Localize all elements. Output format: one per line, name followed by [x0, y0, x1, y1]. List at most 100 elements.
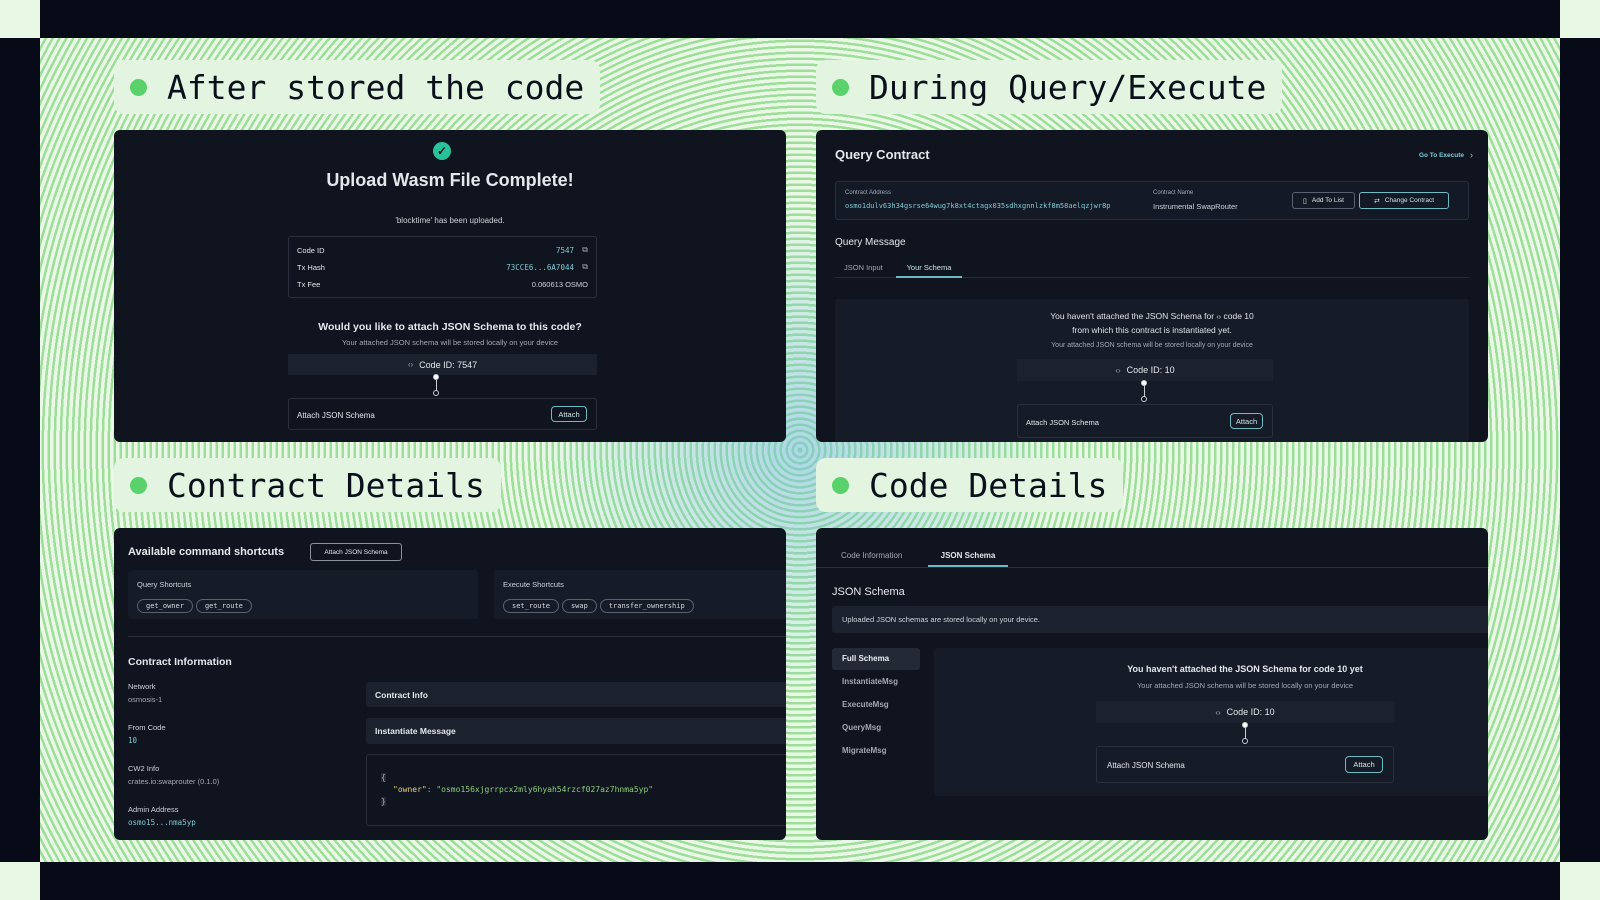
code-brackets-icon: ‹›	[1115, 365, 1121, 375]
section-title-top-left: After stored the code	[114, 60, 601, 114]
contract-address-link[interactable]: osmo1dulv63h34gsrse64wug7k8xt4ctagx035sd…	[845, 202, 1111, 210]
contract-address-label: Contract Address	[845, 190, 892, 196]
tab-json-schema[interactable]: JSON Schema	[928, 551, 1008, 560]
instantiate-json-viewer: { "owner": "osmo156xjgrrpcx2mly6hyah54rz…	[366, 754, 786, 826]
go-to-execute-link[interactable]: Go To Execute	[1419, 152, 1464, 159]
upload-details-box: Code ID 7547 ⧉ Tx Hash 73CCE6...6A7044 ⧉…	[288, 236, 597, 298]
query-message-heading: Query Message	[835, 237, 906, 248]
schema-note: Your attached JSON schema will be stored…	[1051, 342, 1253, 349]
attach-schema-row: Attach JSON Schema Attach	[1017, 404, 1273, 438]
corner-top-left	[0, 0, 40, 38]
contract-name-value: Instrumental SwapRouter	[1153, 202, 1238, 211]
tx-hash-link[interactable]: 73CCE6...6A7044	[506, 263, 574, 272]
shortcut-pill[interactable]: swap	[561, 599, 597, 613]
schema-content-area: You haven't attached the JSON Schema for…	[934, 648, 1488, 796]
banner-text: Uploaded JSON schemas are stored locally…	[842, 615, 1041, 624]
local-storage-banner: Uploaded JSON schemas are stored locally…	[832, 606, 1488, 633]
network-value: osmosis-1	[128, 695, 163, 704]
network-label: Network	[128, 682, 156, 691]
side-item-full-schema[interactable]: Full Schema	[842, 654, 889, 663]
code-brackets-icon: ‹›	[407, 360, 414, 369]
query-shortcuts-box: Query Shortcuts get_owner get_route	[128, 570, 478, 619]
title-text: Contract Details	[167, 465, 485, 505]
code-id-bar-label: Code ID: 7547	[419, 359, 478, 370]
side-item-migrate[interactable]: MigrateMsg	[842, 746, 886, 755]
attach-schema-label: Attach JSON Schema	[1107, 761, 1185, 770]
execute-shortcuts-list: set_route swap transfer_ownership	[503, 595, 697, 613]
change-contract-button[interactable]: ⇄ Change Contract	[1359, 192, 1449, 209]
schema-notice-area: You haven't attached the JSON Schema for…	[835, 299, 1469, 442]
tab-active-indicator	[896, 276, 962, 278]
attach-schema-label: Attach JSON Schema	[297, 411, 375, 420]
json-colon: :	[426, 785, 437, 794]
tab-code-information[interactable]: Code Information	[841, 551, 902, 560]
shortcut-pill[interactable]: get_route	[195, 599, 252, 613]
execute-shortcuts-box: Execute Shortcuts set_route swap transfer_…	[494, 570, 786, 619]
corner-bottom-left	[0, 862, 40, 900]
shortcut-pill[interactable]: set_route	[503, 599, 559, 613]
contract-info-accordion-label: Contract Info	[375, 690, 428, 700]
instantiate-message-accordion[interactable]: Instantiate Message	[366, 718, 786, 744]
side-item-execute[interactable]: ExecuteMsg	[842, 700, 889, 709]
shortcut-pill[interactable]: get_owner	[137, 599, 193, 613]
attach-button[interactable]: Attach	[1230, 413, 1263, 429]
corner-top-right	[1560, 0, 1600, 38]
attach-button[interactable]: Attach	[551, 406, 587, 422]
schema-notice-line1: You haven't attached the JSON Schema for…	[835, 311, 1469, 321]
tx-hash-label: Tx Hash	[297, 263, 325, 272]
code-brackets-icon: ‹›	[1216, 314, 1222, 321]
shortcut-pill[interactable]: transfer_ownership	[599, 599, 694, 613]
upload-complete-panel: ✓ Upload Wasm File Complete! 'blocktime'…	[114, 130, 786, 442]
change-contract-label: Change Contract	[1384, 197, 1434, 204]
section-title-bottom-left: Contract Details	[114, 458, 501, 512]
attach-json-schema-button[interactable]: Attach JSON Schema	[310, 543, 402, 561]
json-open-brace: {	[381, 773, 386, 782]
code-id-bar-label: Code ID: 10	[1126, 365, 1175, 375]
bullet-dot-icon	[130, 78, 147, 96]
side-item-instantiate[interactable]: InstantiateMsg	[842, 677, 898, 686]
query-shortcuts-list: get_owner get_route	[137, 595, 255, 613]
connector-dot	[433, 390, 439, 396]
upload-heading: Upload Wasm File Complete!	[326, 170, 574, 190]
from-code-link[interactable]: 10	[128, 736, 137, 745]
cw2-label: CW2 Info	[128, 764, 160, 773]
copy-icon[interactable]: ⧉	[582, 245, 588, 255]
tab-json-input[interactable]: JSON Input	[844, 263, 883, 272]
execute-shortcuts-label: Execute Shortcuts	[503, 580, 564, 589]
attach-note: Your attached JSON schema will be stored…	[341, 338, 559, 347]
tab-your-schema[interactable]: Your Schema	[896, 263, 962, 272]
code-id-link[interactable]: 7547	[556, 246, 574, 255]
json-owner-line: "owner": "osmo156xjgrrpcx2mly6hyah54rzcf…	[393, 785, 653, 794]
code-id-bar: ‹› Code ID: 7547	[288, 354, 597, 375]
tx-fee-value: 0.060613 OSMO	[531, 280, 588, 289]
attach-button[interactable]: Attach	[1345, 756, 1383, 773]
query-heading: Query Contract	[835, 147, 930, 162]
query-shortcuts-label: Query Shortcuts	[137, 580, 192, 589]
bullet-dot-icon	[832, 78, 849, 96]
json-schema-heading: JSON Schema	[832, 586, 905, 598]
copy-icon[interactable]: ⧉	[582, 262, 588, 272]
section-title-bottom-right: Code Details	[816, 458, 1124, 512]
shortcuts-heading: Available command shortcuts	[128, 546, 285, 558]
tx-fee-label: Tx Fee	[297, 280, 321, 289]
attach-schema-row: Attach JSON Schema Attach	[288, 398, 597, 430]
contract-name-label: Contract Name	[1153, 190, 1194, 196]
json-value: "osmo156xjgrrpcx2mly6hyah54rzcf027az7hnm…	[436, 785, 654, 794]
notice-code: code 10	[1223, 311, 1254, 321]
cw2-value: crates.io:swaprouter (0.1.0)	[128, 777, 220, 786]
add-to-list-button[interactable]: ▯ Add To List	[1292, 192, 1355, 209]
admin-address-link[interactable]: osmo15...nma5yp	[128, 818, 196, 827]
attach-schema-row: Attach JSON Schema Attach	[1096, 746, 1394, 783]
add-to-list-label: Add To List	[1311, 197, 1344, 204]
contract-info-accordion[interactable]: Contract Info	[366, 682, 786, 707]
json-key: "owner"	[393, 785, 427, 794]
schema-notice-line2: from which this contract is instantiated…	[1072, 325, 1232, 335]
section-title-top-right: During Query/Execute	[816, 60, 1283, 114]
code-id-bar: ‹› Code ID: 10	[1096, 701, 1394, 723]
side-item-query[interactable]: QueryMsg	[842, 723, 881, 732]
query-contract-panel: Query Contract Go To Execute › Contract …	[816, 130, 1488, 442]
corner-bottom-right	[1560, 862, 1600, 900]
check-circle-icon: ✓	[433, 142, 451, 160]
code-id-bar-label: Code ID: 10	[1226, 707, 1275, 717]
chevron-right-icon: ›	[1470, 150, 1473, 160]
